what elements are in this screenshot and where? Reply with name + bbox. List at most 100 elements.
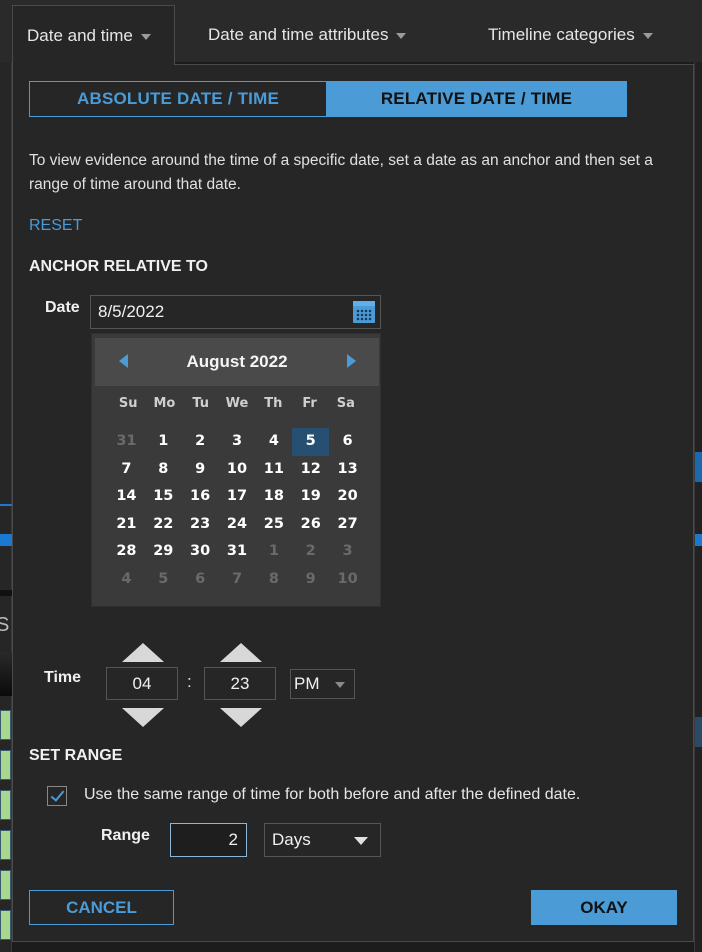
calendar-day[interactable]: 28 bbox=[108, 538, 145, 566]
background-timeline-bar bbox=[0, 534, 12, 546]
calendar-day[interactable]: 26 bbox=[292, 511, 329, 539]
range-unit-select[interactable]: Days bbox=[264, 823, 381, 857]
reset-link[interactable]: RESET bbox=[29, 217, 82, 235]
weekday-header: Fr bbox=[302, 396, 317, 411]
absolute-date-time-button[interactable]: ABSOLUTE DATE / TIME bbox=[30, 82, 327, 116]
calendar-day[interactable]: 6 bbox=[329, 428, 366, 456]
calendar-day-other-month[interactable]: 8 bbox=[255, 566, 292, 594]
minute-input[interactable]: 23 bbox=[204, 667, 276, 700]
calendar-day[interactable]: 29 bbox=[145, 538, 182, 566]
calendar-day[interactable]: 15 bbox=[145, 483, 182, 511]
hour-decrement-arrow-icon[interactable] bbox=[122, 708, 164, 727]
calendar-day[interactable]: 1 bbox=[145, 428, 182, 456]
calendar-day[interactable]: 12 bbox=[292, 456, 329, 484]
triangle-left-icon[interactable] bbox=[119, 354, 128, 368]
calendar-day[interactable]: 3 bbox=[219, 428, 256, 456]
calendar-day[interactable]: 20 bbox=[329, 483, 366, 511]
calendar-day[interactable]: 10 bbox=[219, 456, 256, 484]
calendar-day[interactable]: 31 bbox=[219, 538, 256, 566]
time-separator: : bbox=[187, 672, 192, 691]
background-list-chip bbox=[0, 710, 11, 740]
tab-label: Date and time attributes bbox=[208, 25, 389, 44]
calendar-day-other-month[interactable]: 7 bbox=[219, 566, 256, 594]
calendar-day[interactable]: 19 bbox=[292, 483, 329, 511]
calendar-day[interactable]: 23 bbox=[182, 511, 219, 539]
calendar-day-other-month[interactable]: 4 bbox=[108, 566, 145, 594]
calendar-day[interactable]: 16 bbox=[182, 483, 219, 511]
relative-date-time-button[interactable]: RELATIVE DATE / TIME bbox=[327, 82, 626, 116]
date-input[interactable]: 8/5/2022 bbox=[90, 295, 381, 329]
tab-date-and-time-attributes[interactable]: Date and time attributes bbox=[208, 5, 407, 65]
weekday-header-row: Su Mo Tu We Th Fr Sa bbox=[110, 396, 364, 411]
calendar-days-grid: 31 1 2 3 4 5 6 7 8 9 10 11 12 13 14 15 16 17 18 19 20 21 22 23 2… bbox=[108, 428, 366, 594]
background-selected-row bbox=[695, 717, 702, 747]
range-value-input[interactable]: 2 bbox=[170, 823, 247, 857]
calendar-icon[interactable] bbox=[353, 301, 375, 323]
calendar-day[interactable]: 9 bbox=[182, 456, 219, 484]
calendar-day[interactable]: 24 bbox=[219, 511, 256, 539]
range-unit-value: Days bbox=[272, 830, 311, 849]
calendar-day[interactable]: 7 bbox=[108, 456, 145, 484]
tab-date-and-time[interactable]: Date and time bbox=[12, 5, 175, 65]
chevron-down-icon bbox=[335, 682, 345, 688]
calendar-day-other-month[interactable]: 3 bbox=[329, 538, 366, 566]
calendar-day[interactable]: 27 bbox=[329, 511, 366, 539]
minute-decrement-arrow-icon[interactable] bbox=[220, 708, 262, 727]
calendar-day-other-month[interactable]: 1 bbox=[255, 538, 292, 566]
calendar-day-other-month[interactable]: 9 bbox=[292, 566, 329, 594]
date-label: Date bbox=[45, 299, 80, 316]
calendar-day[interactable]: 2 bbox=[182, 428, 219, 456]
background-right-panel bbox=[694, 62, 702, 952]
filter-tab-bar: Date and time Date and time attributes T… bbox=[0, 0, 702, 65]
cancel-button[interactable]: CANCEL bbox=[29, 890, 174, 925]
calendar-day-other-month[interactable]: 5 bbox=[145, 566, 182, 594]
calendar-day[interactable]: 4 bbox=[255, 428, 292, 456]
weekday-header: Tu bbox=[192, 396, 210, 411]
weekday-header: Th bbox=[264, 396, 283, 411]
okay-button[interactable]: OKAY bbox=[531, 890, 677, 925]
date-mode-toggle: ABSOLUTE DATE / TIME RELATIVE DATE / TIM… bbox=[29, 81, 627, 117]
background-list-chip bbox=[0, 910, 11, 940]
triangle-right-icon[interactable] bbox=[347, 354, 356, 368]
calendar-day[interactable]: 18 bbox=[255, 483, 292, 511]
calendar-icon-grid bbox=[356, 309, 372, 321]
range-section-heading: SET RANGE bbox=[29, 747, 123, 764]
calendar-day[interactable]: 8 bbox=[145, 456, 182, 484]
calendar-day[interactable]: 11 bbox=[255, 456, 292, 484]
calendar-day-other-month[interactable]: 10 bbox=[329, 566, 366, 594]
background-list-chip bbox=[0, 750, 11, 780]
calendar-month-title[interactable]: August 2022 bbox=[95, 338, 379, 386]
minute-increment-arrow-icon[interactable] bbox=[220, 643, 262, 662]
weekday-header: Su bbox=[118, 396, 138, 411]
hour-increment-arrow-icon[interactable] bbox=[122, 643, 164, 662]
calendar-day[interactable]: 13 bbox=[329, 456, 366, 484]
calendar-week-row: 31 1 2 3 4 5 6 bbox=[108, 428, 366, 456]
calendar-day[interactable]: 14 bbox=[108, 483, 145, 511]
calendar-day-other-month[interactable]: 31 bbox=[108, 428, 145, 456]
calendar-day-selected[interactable]: 5 bbox=[292, 428, 330, 456]
calendar-header: August 2022 bbox=[95, 338, 379, 386]
hour-input[interactable]: 04 bbox=[106, 667, 178, 700]
calendar-day[interactable]: 25 bbox=[255, 511, 292, 539]
calendar-week-row: 28 29 30 31 1 2 3 bbox=[108, 538, 366, 566]
chevron-down-icon bbox=[140, 33, 151, 40]
ampm-select[interactable]: PM bbox=[290, 669, 355, 699]
same-range-checkbox[interactable] bbox=[47, 786, 67, 806]
background-header-block bbox=[0, 652, 12, 696]
calendar-week-row: 4 5 6 7 8 9 10 bbox=[108, 566, 366, 594]
calendar-day[interactable]: 30 bbox=[182, 538, 219, 566]
background-chart-fragment bbox=[695, 452, 702, 482]
background-selection-line bbox=[0, 504, 12, 506]
background-timeline-bar bbox=[695, 534, 702, 546]
weekday-header: We bbox=[225, 396, 249, 411]
date-value: 8/5/2022 bbox=[98, 302, 165, 321]
calendar-day[interactable]: 17 bbox=[219, 483, 256, 511]
calendar-day[interactable]: 22 bbox=[145, 511, 182, 539]
calendar-day[interactable]: 21 bbox=[108, 511, 145, 539]
calendar-day-other-month[interactable]: 6 bbox=[182, 566, 219, 594]
ampm-value: PM bbox=[294, 674, 320, 693]
same-range-label[interactable]: Use the same range of time for both befo… bbox=[84, 786, 580, 804]
background-left-panel: S bbox=[0, 62, 12, 952]
calendar-day-other-month[interactable]: 2 bbox=[292, 538, 329, 566]
tab-timeline-categories[interactable]: Timeline categories bbox=[488, 5, 653, 65]
